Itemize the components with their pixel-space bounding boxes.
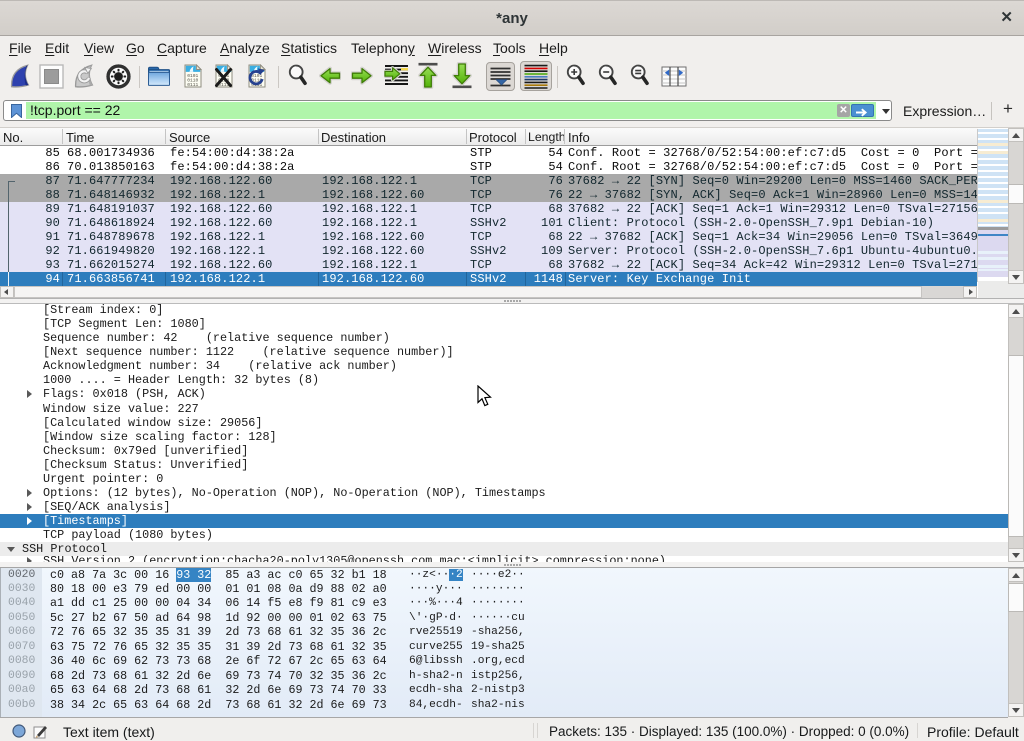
svg-text:0111: 0111 <box>187 82 198 88</box>
